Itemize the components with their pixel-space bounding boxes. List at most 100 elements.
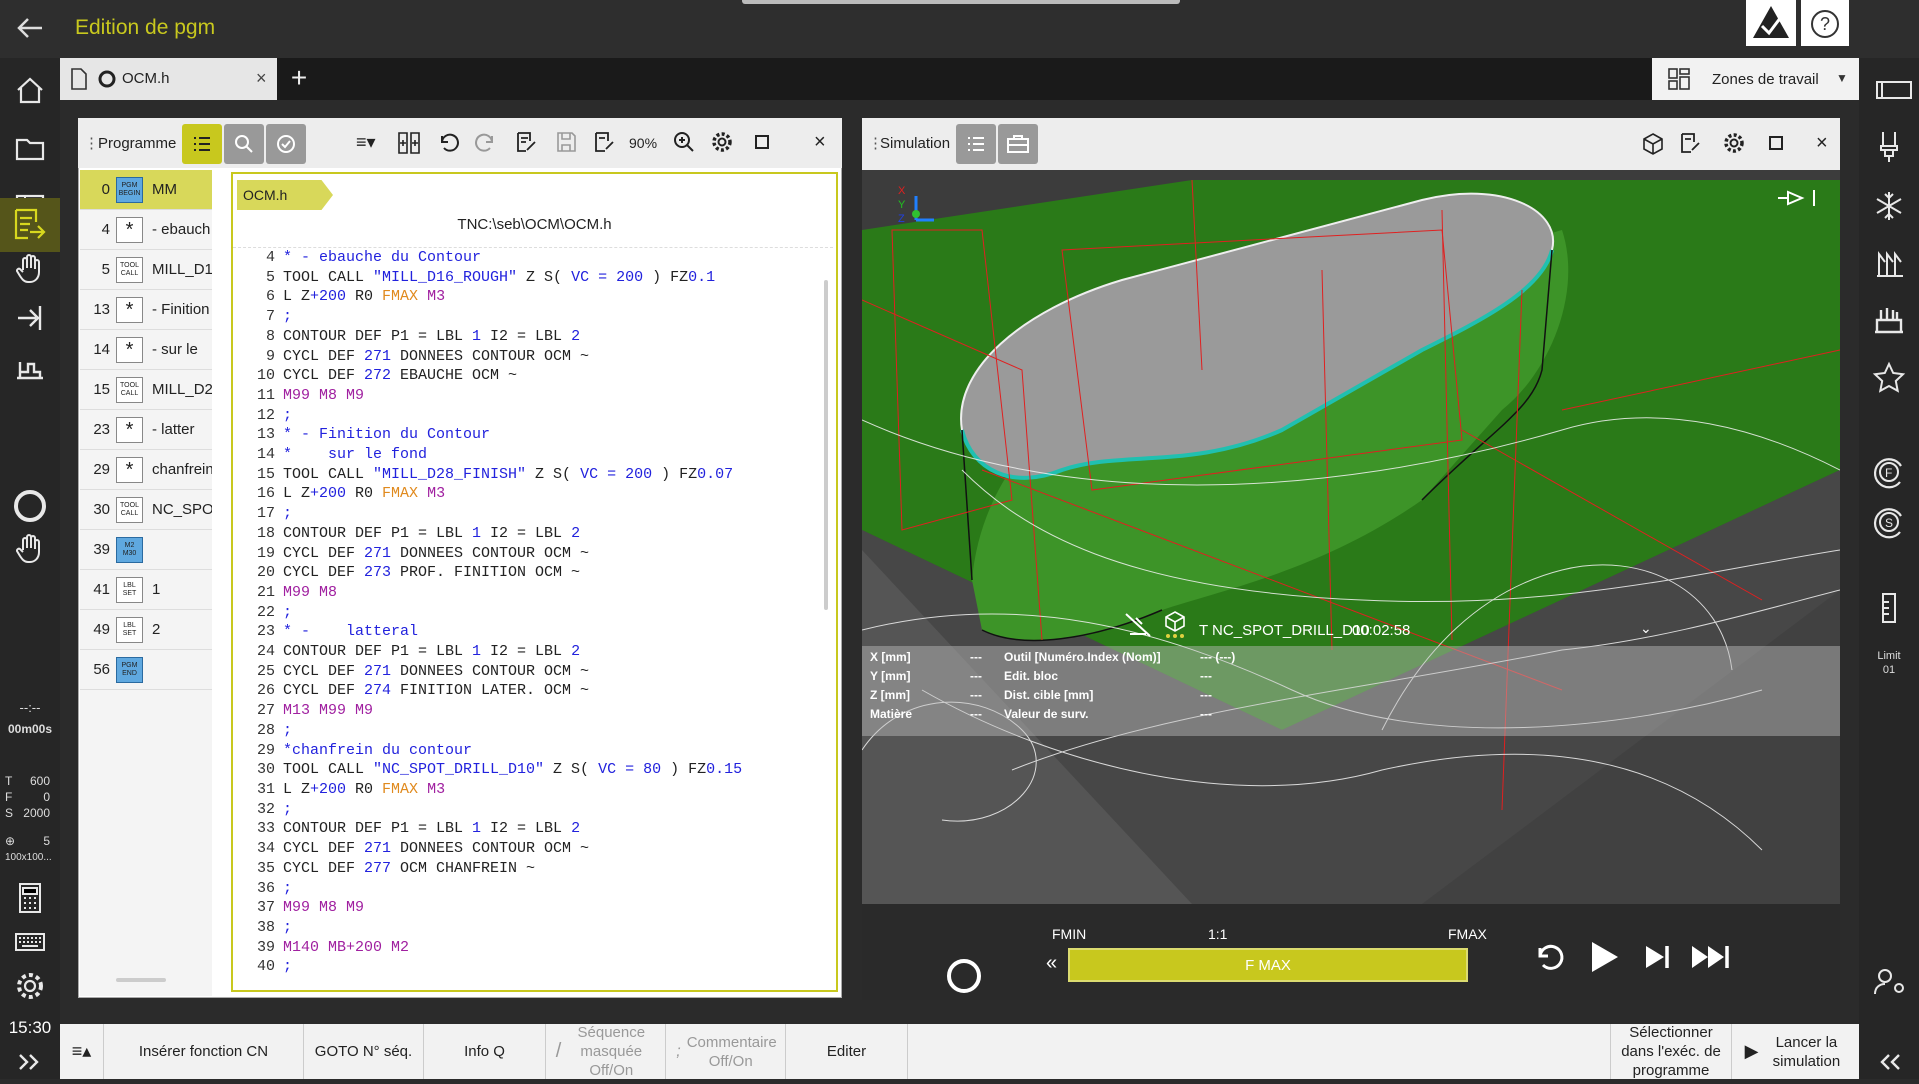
- check-button[interactable]: [266, 124, 306, 164]
- blocklist-scrollbar[interactable]: [116, 978, 166, 982]
- undo-icon[interactable]: [436, 130, 460, 154]
- gear-icon[interactable]: [710, 130, 734, 154]
- code-line[interactable]: 22;: [233, 603, 833, 623]
- block-row[interactable]: 23 * - latter: [80, 410, 212, 450]
- favorite-star-icon[interactable]: [1867, 356, 1911, 400]
- collapse-chevrons-icon[interactable]: [1867, 1040, 1911, 1084]
- close-icon[interactable]: ×: [256, 68, 267, 89]
- save-icon[interactable]: [554, 130, 578, 154]
- code-line[interactable]: 20 CYCL DEF 273 PROF. FINITION OCM ~: [233, 563, 833, 583]
- comment-button[interactable]: ; Commentaire Off/On: [666, 1024, 786, 1079]
- code-line[interactable]: 24 CONTOUR DEF P1 = LBL 1 I2 = LBL 2: [233, 642, 833, 662]
- collapse-down-icon[interactable]: ⌄: [1640, 620, 1652, 637]
- code-line[interactable]: 36;: [233, 879, 833, 899]
- code-line[interactable]: 9 CYCL DEF 271 DONNEES CONTOUR OCM ~: [233, 347, 833, 367]
- maximize-icon[interactable]: [754, 134, 770, 150]
- program-edit-icon[interactable]: [0, 198, 60, 252]
- goto-button[interactable]: GOTO N° séq.: [304, 1024, 424, 1079]
- code-line[interactable]: 18 CONTOUR DEF P1 = LBL 1 I2 = LBL 2: [233, 524, 833, 544]
- redo-icon[interactable]: [474, 130, 498, 154]
- tool-table-icon[interactable]: [1867, 242, 1911, 286]
- reset-icon[interactable]: [1532, 940, 1566, 974]
- compare-icon[interactable]: [396, 130, 422, 156]
- info-q-button[interactable]: Info Q: [424, 1024, 546, 1079]
- block-row[interactable]: 4 * - ebauch: [80, 210, 212, 250]
- insert-nc-function-button[interactable]: Insérer fonction CN: [104, 1024, 304, 1079]
- spindle-override-icon[interactable]: S: [1867, 500, 1911, 544]
- list-view-button[interactable]: [182, 124, 222, 164]
- block-row[interactable]: 39 M2 M30: [80, 530, 212, 570]
- back-arrow-icon[interactable]: [12, 10, 48, 46]
- code-line[interactable]: 4 * - ebauche du Contour: [233, 248, 833, 268]
- cube-view-icon[interactable]: [1640, 131, 1666, 157]
- close-panel-icon[interactable]: ×: [814, 131, 826, 154]
- code-line[interactable]: 34 CYCL DEF 271 DONNEES CONTOUR OCM ~: [233, 839, 833, 859]
- softkey-menu-icon[interactable]: ≡▴: [60, 1024, 104, 1079]
- masked-sequence-button[interactable]: / Séquence masquée Off/On: [546, 1024, 666, 1079]
- zoom-level[interactable]: 90%: [629, 135, 657, 151]
- code-line[interactable]: 10 CYCL DEF 272 EBAUCHE OCM ~: [233, 366, 833, 386]
- hand-icon[interactable]: [8, 526, 52, 570]
- editor-scrollbar[interactable]: [824, 280, 828, 610]
- block-row[interactable]: 5 TOOL CALL MILL_D1: [80, 250, 212, 290]
- code-line[interactable]: 7;: [233, 307, 833, 327]
- code-line[interactable]: 12;: [233, 406, 833, 426]
- block-row[interactable]: 13 * - Finition: [80, 290, 212, 330]
- check-triangle-icon[interactable]: [1746, 0, 1796, 46]
- drag-handle[interactable]: [742, 0, 1180, 4]
- tab-ocm[interactable]: OCM.h ×: [60, 58, 277, 100]
- nc-code[interactable]: 4 * - ebauche du Contour 5 TOOL CALL "MILL_…: [233, 244, 833, 974]
- code-line[interactable]: 30 TOOL CALL "NC_SPOT_DRILL_D10" Z S( VC …: [233, 760, 833, 780]
- block-row[interactable]: 0 PGM BEGIN MM: [80, 170, 212, 210]
- block-row[interactable]: 30 TOOL CALL NC_SPO: [80, 490, 212, 530]
- calculator-icon[interactable]: [8, 876, 52, 920]
- edit-doc-icon[interactable]: [514, 130, 538, 154]
- code-line[interactable]: 32;: [233, 800, 833, 820]
- panel-layout-icon[interactable]: [1871, 68, 1915, 112]
- code-line[interactable]: 31 L Z+200 R0 FMAX M3: [233, 780, 833, 800]
- search-button[interactable]: [224, 124, 264, 164]
- machine-icon[interactable]: [8, 346, 52, 390]
- code-line[interactable]: 17;: [233, 504, 833, 524]
- export-doc-icon[interactable]: [1678, 131, 1702, 155]
- stop-ring-icon[interactable]: [944, 956, 984, 996]
- code-line[interactable]: 14 * sur le fond: [233, 445, 833, 465]
- zoom-icon[interactable]: [672, 130, 696, 154]
- zones-dropdown[interactable]: Zones de travail ▼: [1652, 58, 1859, 100]
- code-line[interactable]: 11 M99 M8 M9: [233, 386, 833, 406]
- feed-slider[interactable]: F MAX: [1068, 948, 1468, 982]
- code-line[interactable]: 19 CYCL DEF 271 DONNEES CONTOUR OCM ~: [233, 544, 833, 564]
- code-line[interactable]: 8 CONTOUR DEF P1 = LBL 1 I2 = LBL 2: [233, 327, 833, 347]
- code-line[interactable]: 15 TOOL CALL "MILL_D28_FINISH" Z S( VC = …: [233, 465, 833, 485]
- code-line[interactable]: 13 * - Finition du Contour: [233, 425, 833, 445]
- code-line[interactable]: 21 M99 M8: [233, 583, 833, 603]
- code-line[interactable]: 25 CYCL DEF 271 DONNEES CONTOUR OCM ~: [233, 662, 833, 682]
- code-line[interactable]: 33 CONTOUR DEF P1 = LBL 1 I2 = LBL 2: [233, 819, 833, 839]
- block-row[interactable]: 49 LBL SET 2: [80, 610, 212, 650]
- code-line[interactable]: 38;: [233, 918, 833, 938]
- toolbox-button[interactable]: [998, 124, 1038, 164]
- play-icon[interactable]: [1584, 938, 1622, 976]
- edit-button[interactable]: Editer: [786, 1024, 908, 1079]
- block-row[interactable]: 41 LBL SET 1: [80, 570, 212, 610]
- code-line[interactable]: 37 M99 M8 M9: [233, 898, 833, 918]
- code-line[interactable]: 23 * - latteral: [233, 622, 833, 642]
- save-as-icon[interactable]: [592, 130, 616, 154]
- menu-dropdown-icon[interactable]: ≡▾: [356, 132, 376, 153]
- single-step-icon[interactable]: [1640, 940, 1674, 974]
- drag-dots-icon[interactable]: ⋮: [84, 134, 99, 152]
- slower-icon[interactable]: «: [1046, 952, 1057, 975]
- run-to-end-icon[interactable]: [1688, 940, 1736, 974]
- code-line[interactable]: 5 TOOL CALL "MILL_D16_ROUGH" Z S( VC = 20…: [233, 268, 833, 288]
- hand-manual-icon[interactable]: [8, 246, 52, 290]
- code-line[interactable]: 27 M13 M99 M9: [233, 701, 833, 721]
- maximize-icon[interactable]: [1768, 135, 1784, 151]
- code-line[interactable]: 16 L Z+200 R0 FMAX M3: [233, 484, 833, 504]
- folder-icon[interactable]: [8, 126, 52, 170]
- code-line[interactable]: 40;: [233, 957, 833, 974]
- block-row[interactable]: 15 TOOL CALL MILL_D2: [80, 370, 212, 410]
- user-settings-icon[interactable]: [1867, 960, 1911, 1004]
- settings-gear-icon[interactable]: [8, 964, 52, 1008]
- add-tab-icon[interactable]: +: [285, 64, 313, 93]
- select-in-execution-button[interactable]: Sélectionner dans l'exéc. de programme: [1610, 1024, 1732, 1079]
